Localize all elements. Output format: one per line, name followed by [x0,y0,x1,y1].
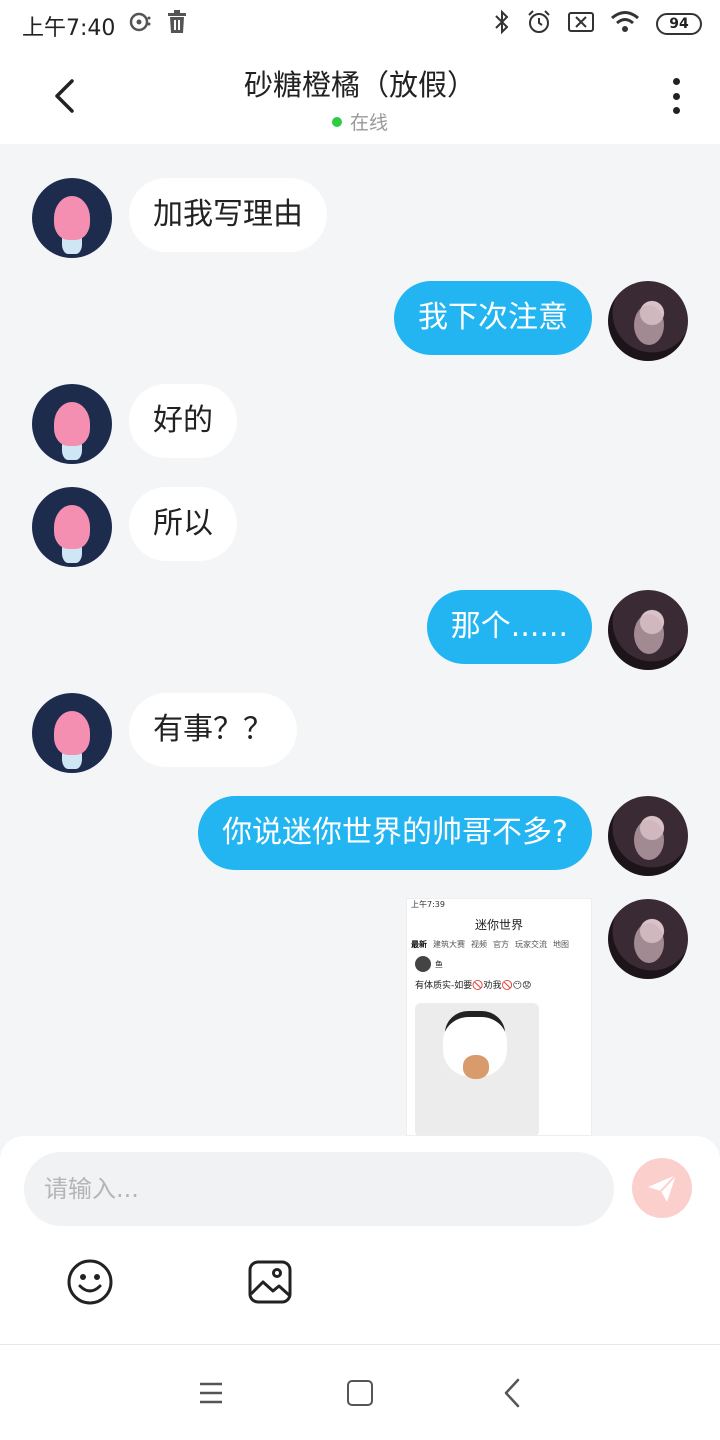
message-list[interactable]: 加我写理由 我下次注意 好的 所以 那个...... 有事？？ 你说迷你世界的帅… [0,144,720,1136]
contact-avatar[interactable] [32,693,112,773]
home-button[interactable] [347,1380,373,1406]
my-avatar[interactable] [608,590,688,670]
system-nav-bar [0,1344,720,1440]
screenshot-user-avatar [415,956,431,972]
screenshot-user-name: 鱼 [435,959,443,969]
my-avatar[interactable] [608,796,688,876]
screenshot-title: 迷你世界 [474,918,523,932]
sim-icon [568,11,594,37]
screenshot-tabs: 最新 建筑大赛 视频 官方 玩家交流 地图 [407,937,591,952]
media-icon [128,10,152,38]
online-status: 在线 [160,108,560,135]
contact-avatar[interactable] [32,384,112,464]
image-icon [248,1260,292,1304]
message-bubble-received[interactable]: 有事？？ [129,693,297,767]
more-dot-icon [672,92,680,100]
more-options-button[interactable] [660,76,692,116]
contact-avatar[interactable] [32,178,112,258]
emoji-button[interactable] [66,1258,114,1306]
screenshot-tab: 玩家交流 [515,940,547,949]
more-dot-icon [672,78,680,85]
message-bubble-sent[interactable]: 我下次注意 [394,281,592,355]
status-bar: 上午7:40 94 [0,0,720,48]
input-panel [0,1136,720,1344]
screenshot-character-image [415,1003,539,1135]
screenshot-tab: 建筑大赛 [433,940,465,949]
trash-icon [166,10,188,38]
back-triangle-icon [504,1378,520,1408]
message-bubble-received[interactable]: 好的 [129,384,237,458]
screenshot-post-text: 有体质实-如要🚫劝我🚫😶😟 [415,981,532,991]
screenshot-status-time: 上午7:39 [411,900,445,909]
recent-apps-button[interactable] [196,1379,226,1407]
smiley-icon [67,1259,113,1305]
send-button[interactable] [632,1158,692,1218]
screenshot-tab: 最新 [411,940,427,949]
image-picker-button[interactable] [246,1258,294,1306]
menu-icon [200,1382,222,1404]
contact-name: 砂糖橙橘（放假） [243,68,476,102]
message-bubble-sent[interactable]: 你说迷你世界的帅哥不多? [198,796,592,870]
alarm-icon [526,9,552,39]
screenshot-user: 鱼 [407,952,591,972]
chat-header: 砂糖橙橘（放假） 在线 [0,48,720,144]
more-dot-icon [672,107,680,114]
contact-avatar[interactable] [32,487,112,567]
my-avatar[interactable] [608,899,688,979]
screenshot-tab: 地图 [553,940,569,949]
online-status-label: 在线 [349,112,388,134]
message-bubble-received[interactable]: 加我写理由 [129,178,327,252]
chevron-left-icon [55,79,74,113]
message-bubble-sent[interactable]: 那个...... [426,590,592,664]
online-dot-icon [331,116,342,127]
message-bubble-received[interactable]: 所以 [129,487,237,561]
image-message[interactable]: 上午7:39 迷你世界 最新 建筑大赛 视频 官方 玩家交流 地图 鱼 有体质实… [406,898,592,1136]
my-avatar[interactable] [608,281,688,361]
send-icon [648,1174,677,1202]
back-button[interactable] [40,72,88,120]
wifi-icon [610,10,640,38]
message-input[interactable] [24,1152,614,1226]
status-time: 上午7:40 [22,16,116,41]
battery-icon: 94 [656,13,702,35]
bluetooth-icon [494,9,510,39]
screenshot-tab: 官方 [493,940,509,949]
system-back-button[interactable] [498,1377,526,1409]
screenshot-tab: 视频 [471,940,487,949]
